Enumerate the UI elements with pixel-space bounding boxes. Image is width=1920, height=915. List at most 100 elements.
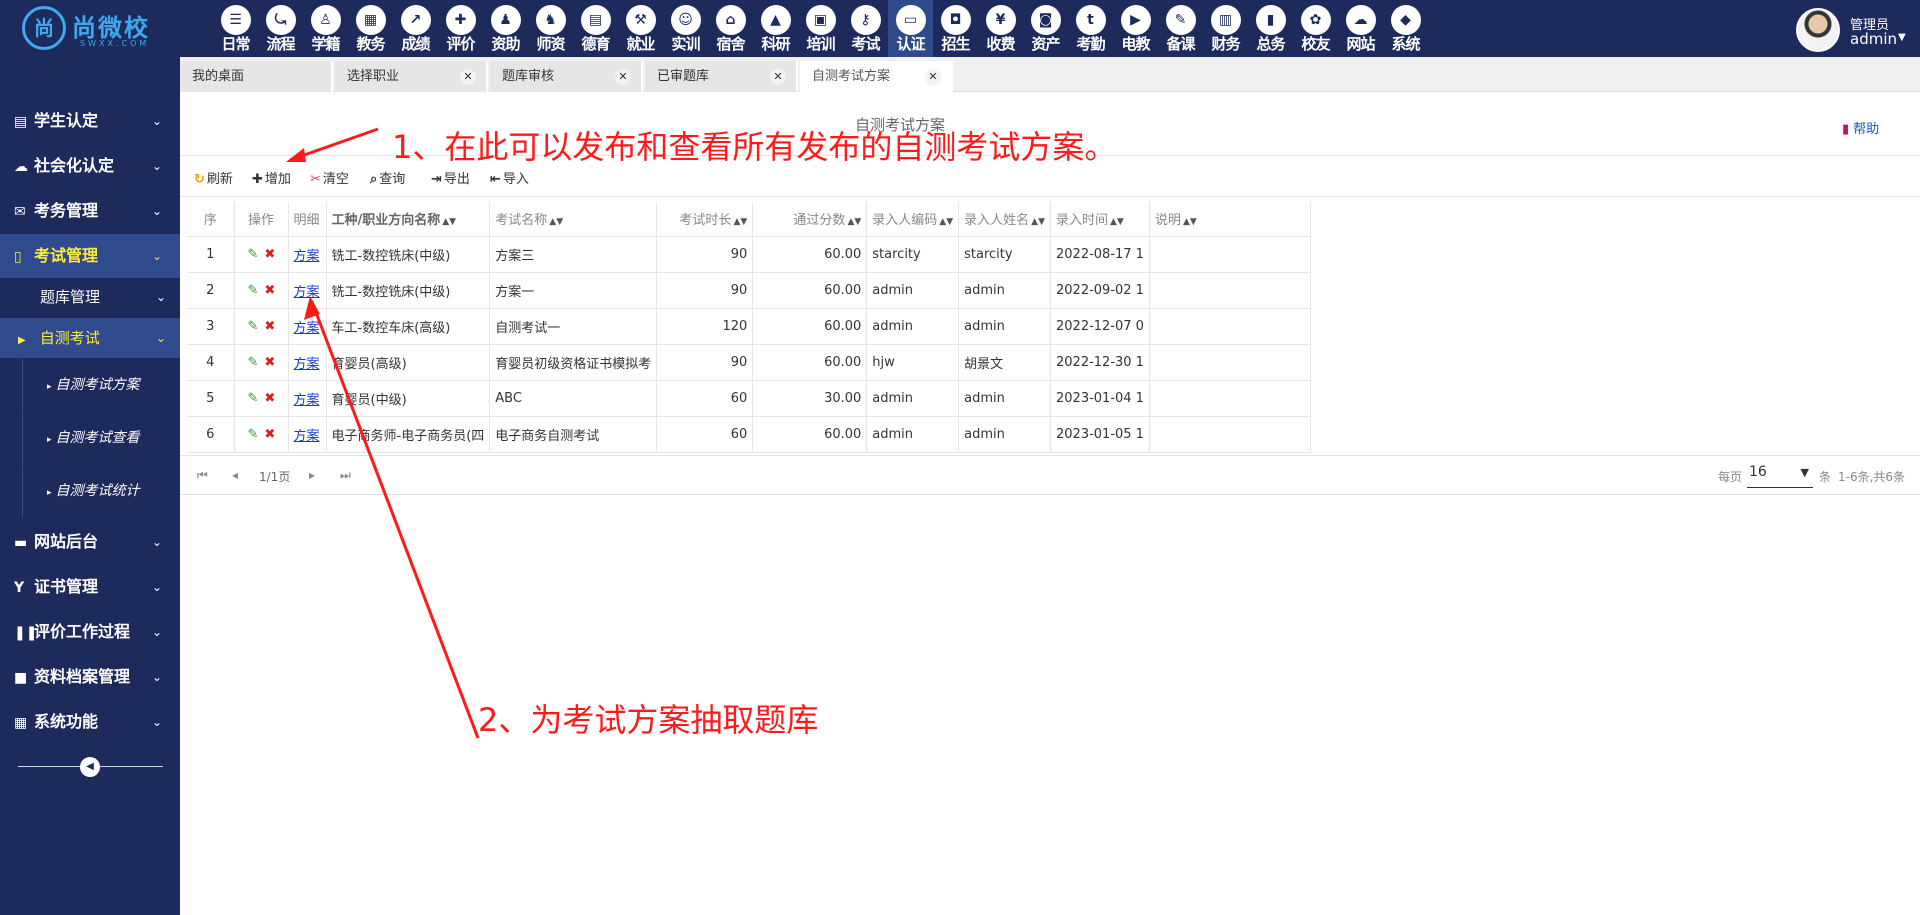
module-13[interactable]: ▣ 培训 <box>798 0 843 57</box>
prev-page-icon[interactable]: ◂ <box>232 468 238 482</box>
module-21[interactable]: ✎ 备课 <box>1158 0 1203 57</box>
next-page-icon[interactable]: ▸ <box>309 468 315 482</box>
pencil-icon[interactable]: ✎ <box>248 319 259 334</box>
module-3[interactable]: ▦ 教务 <box>348 0 393 57</box>
tab-bank-review[interactable]: 题库审核 ✕ <box>490 61 643 92</box>
delete-icon[interactable]: ✖ <box>264 319 275 334</box>
close-icon[interactable]: ✕ <box>615 69 631 85</box>
col-header-creator-name[interactable]: 录入人姓名 ▲▼ <box>958 202 1051 237</box>
tab-reviewed-bank[interactable]: 已审题库 ✕ <box>645 61 798 92</box>
sidebar-leaf-self-test-plan[interactable]: ▸ 自测考试方案 <box>22 359 178 411</box>
certificate-icon: Y <box>14 580 25 596</box>
delete-icon[interactable]: ✖ <box>264 355 275 370</box>
plan-detail-link[interactable]: 方案 <box>294 285 320 300</box>
module-20[interactable]: ▶ 电教 <box>1113 0 1158 57</box>
col-header-pass-score[interactable]: 通过分数 ▲▼ <box>752 202 868 237</box>
module-1[interactable]: ⤿ 流程 <box>258 0 303 57</box>
plan-detail-link[interactable]: 方案 <box>294 321 320 336</box>
export-button[interactable]: ⇥ 导出 <box>431 168 470 187</box>
module-11[interactable]: ⌂ 宿舍 <box>708 0 753 57</box>
close-icon[interactable]: ✕ <box>460 69 476 85</box>
per-page-select[interactable]: 16 ▼ <box>1747 464 1813 488</box>
sidebar-leaf-self-test-stats[interactable]: ▸ 自测考试统计 <box>22 465 178 517</box>
pencil-icon[interactable]: ✎ <box>248 283 259 298</box>
module-9[interactable]: ⚒ 就业 <box>618 0 663 57</box>
last-page-icon[interactable]: ⏭ <box>340 468 351 483</box>
first-page-icon[interactable]: ⏮ <box>197 468 208 483</box>
pencil-icon[interactable]: ✎ <box>248 355 259 370</box>
close-icon[interactable]: ✕ <box>770 69 786 85</box>
search-button[interactable]: ⌕ 查询 <box>370 168 405 187</box>
tab-self-test-plan[interactable]: 自测考试方案 ✕ <box>800 61 953 92</box>
pencil-icon[interactable]: ✎ <box>248 427 259 442</box>
sidebar-item-archives[interactable]: ■ 资料档案管理 ⌄ <box>0 655 180 699</box>
close-icon[interactable]: ✕ <box>925 69 941 85</box>
chevron-left-icon[interactable]: ◀ <box>80 757 100 777</box>
col-header-duration[interactable]: 考试时长 ▲▼ <box>656 202 754 237</box>
sidebar-item-student-cert[interactable]: ▤ 学生认定 ⌄ <box>0 99 180 143</box>
module-10[interactable]: ☺ 实训 <box>663 0 708 57</box>
sidebar-item-label: 社会化认定 <box>34 156 115 175</box>
sidebar-collapse-toggle[interactable]: ◀ <box>18 757 163 777</box>
sidebar: ▤ 学生认定 ⌄ ☁ 社会化认定 ⌄ ✉ 考务管理 ⌄ ▯ 考试管理 ⌄ 题库管理 ⌄ ▶ 自测考试… <box>0 57 180 915</box>
module-7[interactable]: ♞ 师资 <box>528 0 573 57</box>
sidebar-item-social-cert[interactable]: ☁ 社会化认定 ⌄ <box>0 144 180 188</box>
cell-actions: ✎ ✖ <box>234 416 289 453</box>
module-12[interactable]: ▲ 科研 <box>753 0 798 57</box>
module-18[interactable]: ◙ 资产 <box>1023 0 1068 57</box>
sidebar-item-exam-affairs[interactable]: ✉ 考务管理 ⌄ <box>0 189 180 233</box>
add-button[interactable]: ✚ 增加 <box>252 168 291 187</box>
delete-icon[interactable]: ✖ <box>264 391 275 406</box>
module-6[interactable]: ♟ 资助 <box>483 0 528 57</box>
delete-icon[interactable]: ✖ <box>264 427 275 442</box>
module-16[interactable]: ◘ 招生 <box>933 0 978 57</box>
user-menu[interactable]: 管理员 admin ▼ <box>1796 8 1920 52</box>
pencil-icon[interactable]: ✎ <box>248 391 259 406</box>
pencil-icon[interactable]: ✎ <box>248 247 259 262</box>
sidebar-sub-self-test[interactable]: ▶ 自测考试 ⌄ <box>0 318 180 358</box>
module-22[interactable]: ▥ 财务 <box>1203 0 1248 57</box>
tab-select-career[interactable]: 选择职业 ✕ <box>335 61 488 92</box>
module-23[interactable]: ▮ 总务 <box>1248 0 1293 57</box>
module-0[interactable]: ☰ 日常 <box>213 0 258 57</box>
sidebar-item-website-admin[interactable]: ▬ 网站后台 ⌄ <box>0 520 180 564</box>
module-8[interactable]: ▤ 德育 <box>573 0 618 57</box>
module-26[interactable]: ◆ 系统 <box>1383 0 1428 57</box>
sidebar-leaf-self-test-view[interactable]: ▸ 自测考试查看 <box>22 412 178 464</box>
module-2[interactable]: ♙ 学籍 <box>303 0 348 57</box>
tab-desktop[interactable]: 我的桌面 <box>180 61 333 92</box>
module-15[interactable]: ▭ 认证 <box>888 0 933 57</box>
col-header-remark[interactable]: 说明 ▲▼ <box>1149 202 1311 237</box>
sidebar-item-evaluation-process[interactable]: ❚❚评价工作过程 ⌄ <box>0 610 180 654</box>
module-label: 认证 <box>896 35 925 53</box>
clear-button[interactable]: ✂ 清空 <box>310 168 349 187</box>
delete-icon[interactable]: ✖ <box>264 247 275 262</box>
plan-detail-link[interactable]: 方案 <box>294 429 320 444</box>
module-17[interactable]: ¥ 收费 <box>978 0 1023 57</box>
col-header-created-time[interactable]: 录入时间 ▲▼ <box>1050 202 1150 237</box>
plan-detail-link[interactable]: 方案 <box>294 393 320 408</box>
module-14[interactable]: ⚷ 考试 <box>843 0 888 57</box>
col-header-exam-name[interactable]: 考试名称 ▲▼ <box>489 202 658 237</box>
help-link[interactable]: ▮ 帮助 <box>1842 118 1879 137</box>
sidebar-sub-question-bank[interactable]: 题库管理 ⌄ <box>0 277 180 317</box>
col-header-creator-code[interactable]: 录入人编码 ▲▼ <box>866 202 960 237</box>
refresh-button[interactable]: ↻ 刷新 <box>194 168 233 187</box>
import-button[interactable]: ⇤ 导入 <box>490 168 529 187</box>
module-19[interactable]: t 考勤 <box>1068 0 1113 57</box>
module-4[interactable]: ↗ 成绩 <box>393 0 438 57</box>
sidebar-item-label: 证书管理 <box>34 577 99 596</box>
plan-detail-link[interactable]: 方案 <box>294 249 320 264</box>
module-24[interactable]: ✿ 校友 <box>1293 0 1338 57</box>
col-header-job[interactable]: 工种/职业方向名称 ▲▼ <box>326 202 491 237</box>
sidebar-item-system-functions[interactable]: ▦ 系统功能 ⌄ <box>0 700 180 744</box>
logo[interactable]: 尚 尚微校 SWXX.COM <box>22 6 167 52</box>
sidebar-item-exam-management[interactable]: ▯ 考试管理 ⌄ <box>0 234 180 278</box>
module-25[interactable]: ☁ 网站 <box>1338 0 1383 57</box>
sidebar-item-certificates[interactable]: Y 证书管理 ⌄ <box>0 565 180 609</box>
module-5[interactable]: ✚ 评价 <box>438 0 483 57</box>
plan-detail-link[interactable]: 方案 <box>294 357 320 372</box>
sidebar-leaf-label: 自测考试查看 <box>55 430 140 446</box>
delete-icon[interactable]: ✖ <box>264 283 275 298</box>
table-row: 4 ✎ ✖ 方案 育婴员(高级) 育婴员初级资格证书模拟考 90 60.00 hjw 胡景文 202… <box>187 344 1311 381</box>
